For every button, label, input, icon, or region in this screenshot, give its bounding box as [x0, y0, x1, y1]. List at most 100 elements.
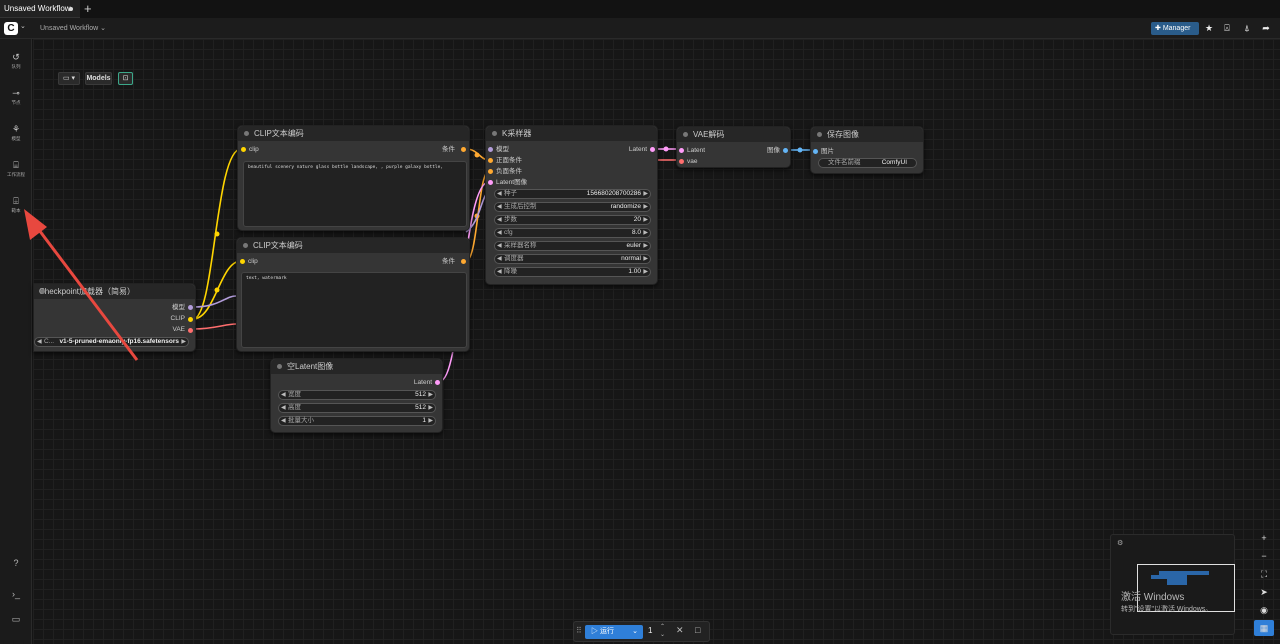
arrow-left-icon[interactable]: ◀: [497, 203, 502, 211]
arrow-left-icon[interactable]: ◀: [281, 417, 286, 425]
arrow-left-icon[interactable]: ◀: [497, 190, 502, 198]
arrow-right-icon[interactable]: ▶: [428, 417, 433, 425]
zoom-out-icon[interactable]: −: [1254, 548, 1274, 564]
chevron-down-icon[interactable]: ⌄: [632, 625, 638, 639]
output-slot-dot[interactable]: [188, 317, 193, 322]
output-slot-dot[interactable]: [461, 147, 466, 152]
control-after-generate-widget[interactable]: ◀ 生成后控制 randomize ▶: [494, 202, 651, 212]
input-slot-dot[interactable]: [488, 147, 493, 152]
panel-icon[interactable]: ▭: [0, 614, 32, 628]
terminal-icon[interactable]: ›_: [0, 589, 32, 603]
minimap[interactable]: ⚙: [1110, 534, 1235, 635]
arrow-left-icon[interactable]: ◀: [497, 268, 502, 276]
save-image-node[interactable]: 保存图像 图片 文件名前缀 ComfyUI: [810, 126, 924, 174]
output-slot-dot[interactable]: [435, 380, 440, 385]
cfg-widget[interactable]: ◀ cfg 8.0 ▶: [494, 228, 651, 238]
input-slot-dot[interactable]: [240, 259, 245, 264]
star-icon[interactable]: ★: [1202, 21, 1216, 35]
checkpoint-name-combo[interactable]: ◀ C... v1-5-pruned-emaonly-fp16.safetens…: [34, 337, 189, 347]
output-slot-dot[interactable]: [461, 259, 466, 264]
menu-caret-icon[interactable]: ⌄: [20, 22, 26, 30]
arrow-left-icon[interactable]: ◀: [497, 242, 502, 250]
minimap-toggle-icon[interactable]: ▦: [1254, 620, 1274, 636]
input-slot-dot[interactable]: [488, 180, 493, 185]
batch-size-widget[interactable]: ◀ 批量大小 1 ▶: [278, 416, 436, 426]
stop-icon[interactable]: □: [695, 625, 700, 635]
input-slot-dot[interactable]: [488, 158, 493, 163]
count-stepper-icon[interactable]: ⌃ ⌄: [660, 623, 665, 639]
arrow-right-icon[interactable]: ▶: [643, 229, 648, 237]
node-title[interactable]: K采样器: [486, 126, 657, 141]
run-count-input[interactable]: 1: [648, 626, 652, 635]
arrow-right-icon[interactable]: ▶: [643, 216, 648, 224]
sidebar-item-templates[interactable]: ⌹ 範本: [0, 188, 32, 220]
node-title[interactable]: VAE解码: [677, 127, 790, 142]
cancel-icon[interactable]: ✕: [676, 625, 684, 636]
workflow-title[interactable]: Unsaved Workflow ⌄: [40, 24, 106, 32]
arrow-right-icon[interactable]: ▶: [643, 255, 648, 263]
node-title[interactable]: CLIP文本编码: [237, 238, 469, 253]
ksampler-node[interactable]: K采样器 模型 正面条件 负面条件 Latent图像 Latent ◀ 种子 156…: [485, 125, 658, 285]
arrow-left-icon[interactable]: ◀: [281, 391, 286, 399]
input-slot-dot[interactable]: [679, 159, 684, 164]
sidebar-item-nodes[interactable]: ⊸ 节点: [0, 80, 32, 112]
input-slot-dot[interactable]: [813, 149, 818, 154]
arrow-right-icon[interactable]: ▶: [181, 338, 186, 346]
output-slot-dot[interactable]: [650, 147, 655, 152]
arrow-left-icon[interactable]: ◀: [37, 338, 42, 346]
sidebar-item-models[interactable]: ⚘ 模型: [0, 116, 32, 148]
steps-widget[interactable]: ◀ 步数 20 ▶: [494, 215, 651, 225]
output-slot-dot[interactable]: [188, 328, 193, 333]
minimap-settings-icon[interactable]: ⚙: [1117, 539, 1123, 547]
tab-unsaved-workflow[interactable]: Unsaved Workflow: [0, 0, 80, 18]
new-tab-button[interactable]: +: [84, 1, 96, 17]
scheduler-widget[interactable]: ◀ 调度器 normal ▶: [494, 254, 651, 264]
arrow-left-icon[interactable]: ◀: [497, 216, 502, 224]
sidebar-item-workflows[interactable]: ⌸ 工作流程: [0, 152, 32, 184]
run-button[interactable]: ▷ 运行 ⌄: [585, 625, 643, 639]
sidebar-item-queue[interactable]: ↺ 队列: [0, 44, 32, 76]
clip-text-encode-node-negative[interactable]: CLIP文本编码 clip 条件 text, watermark: [236, 237, 470, 352]
arrow-right-icon[interactable]: ▶: [643, 203, 648, 211]
models-button[interactable]: Models: [85, 72, 112, 85]
drag-handle-icon[interactable]: ⠿: [576, 626, 582, 635]
extension-icon[interactable]: ⊡: [118, 72, 133, 85]
clip-text-encode-node-positive[interactable]: CLIP文本编码 clip 条件 beautiful scenery natur…: [237, 125, 470, 231]
input-slot-dot[interactable]: [488, 169, 493, 174]
denoise-widget[interactable]: ◀ 降噪 1.00 ▶: [494, 267, 651, 277]
node-title[interactable]: CLIP文本编码: [238, 126, 469, 141]
help-icon[interactable]: ?: [0, 558, 32, 572]
select-mode-icon[interactable]: ➤: [1254, 584, 1274, 600]
input-slot-dot[interactable]: [241, 147, 246, 152]
zoom-in-icon[interactable]: +: [1254, 530, 1274, 546]
prompt-textarea[interactable]: beautiful scenery nature glass bottle la…: [243, 161, 467, 227]
node-library-icon[interactable]: ⍋: [1240, 21, 1254, 35]
arrow-left-icon[interactable]: ◀: [281, 404, 286, 412]
arrow-right-icon[interactable]: ▶: [428, 391, 433, 399]
sampler-name-widget[interactable]: ◀ 采样器名称 euler ▶: [494, 241, 651, 251]
vae-decode-node[interactable]: VAE解码 Latent vae 图像: [676, 126, 791, 168]
width-widget[interactable]: ◀ 宽度 512 ▶: [278, 390, 436, 400]
arrow-right-icon[interactable]: ▶: [643, 242, 648, 250]
height-widget[interactable]: ◀ 高度 512 ▶: [278, 403, 436, 413]
node-title[interactable]: 保存图像: [811, 127, 923, 142]
templates-icon[interactable]: ⍓: [1220, 21, 1234, 35]
manager-button[interactable]: ✚ Manager: [1151, 22, 1199, 35]
arrow-right-icon[interactable]: ▶: [643, 268, 648, 276]
arrow-right-icon[interactable]: ▶: [428, 404, 433, 412]
output-slot-dot[interactable]: [783, 148, 788, 153]
folder-icon[interactable]: ▭ ▾: [58, 72, 80, 85]
prompt-textarea[interactable]: text, watermark: [241, 272, 467, 348]
node-title[interactable]: Checkpoint加载器（简易）: [34, 284, 195, 299]
empty-latent-image-node[interactable]: 空Latent图像 Latent ◀ 宽度 512 ▶ ◀ 高度 512 ▶ ◀ 批量大小 1 ▶: [270, 358, 443, 433]
arrow-right-icon[interactable]: ▶: [643, 190, 648, 198]
fit-view-icon[interactable]: ⛶: [1254, 566, 1274, 582]
share-icon[interactable]: ➦: [1259, 21, 1273, 35]
output-slot-dot[interactable]: [188, 305, 193, 310]
filename-prefix-widget[interactable]: 文件名前缀 ComfyUI: [818, 158, 917, 168]
input-slot-dot[interactable]: [679, 148, 684, 153]
arrow-left-icon[interactable]: ◀: [497, 229, 502, 237]
arrow-left-icon[interactable]: ◀: [497, 255, 502, 263]
node-title[interactable]: 空Latent图像: [271, 359, 442, 374]
seed-widget[interactable]: ◀ 种子 156680208700286 ▶: [494, 189, 651, 199]
